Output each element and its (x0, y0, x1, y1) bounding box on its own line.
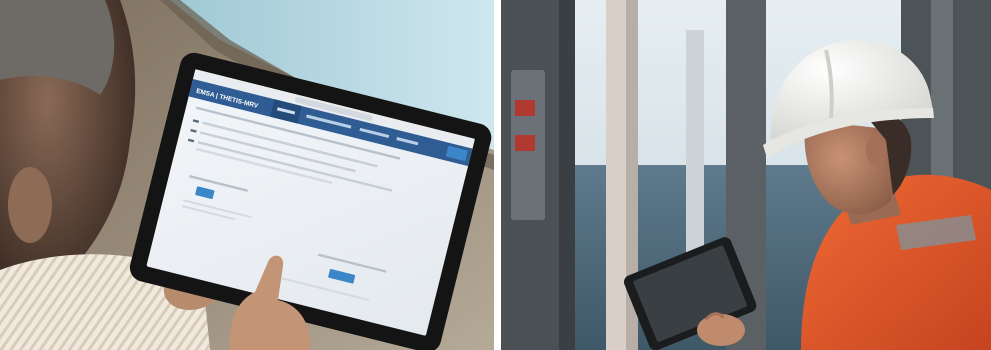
right-photo-scene (501, 0, 991, 350)
left-photo-scene: EMSA | THETIS-MRV (0, 0, 494, 350)
photo-engineer-on-ship (501, 0, 991, 350)
photo-man-with-tablet: EMSA | THETIS-MRV (0, 0, 494, 350)
man-ear (8, 167, 52, 243)
red-indicator (515, 135, 535, 151)
engineer-ear (866, 134, 886, 166)
rail-post (686, 30, 704, 280)
pipe-left (559, 0, 575, 350)
red-indicator (515, 100, 535, 116)
engineer-hand (697, 314, 745, 346)
pipe-vertical (931, 0, 953, 200)
